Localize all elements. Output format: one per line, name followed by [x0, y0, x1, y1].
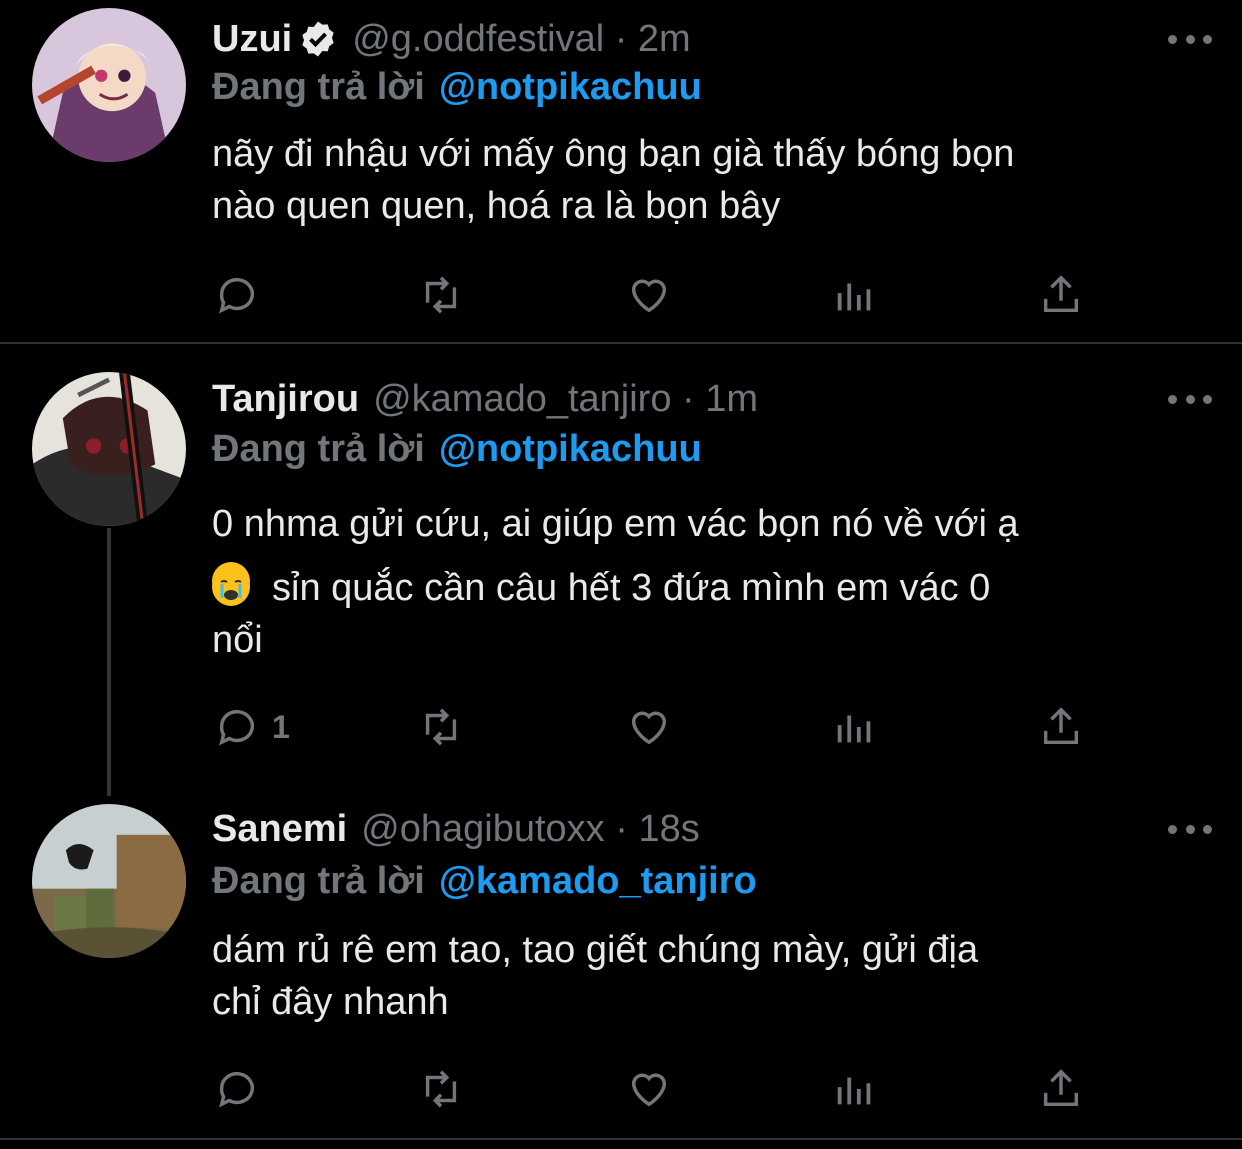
reply-icon [219, 710, 255, 746]
verified-icon [298, 19, 338, 59]
retweet-icon [425, 276, 457, 314]
display-name[interactable]: Uzui [212, 18, 292, 61]
handle-and-time[interactable]: @ohagibutoxx · 18s [361, 808, 700, 851]
more-icon[interactable] [1168, 24, 1212, 54]
share-button[interactable] [1038, 270, 1084, 320]
reply-count: 1 [272, 708, 290, 745]
avatar[interactable] [32, 372, 186, 526]
like-icon [631, 711, 667, 745]
tweet-sanemi[interactable]: Sanemi @ohagibutoxx · 18s Đang trả lời @… [0, 796, 1242, 1136]
retweet-button[interactable] [418, 1064, 464, 1114]
tweet-text-line: 0 nhma gửi cứu, ai giúp em vác bọn nó về… [212, 503, 1019, 545]
divider [0, 1138, 1242, 1140]
reply-context: Đang trả lời @notpikachuu [212, 62, 702, 112]
like-button[interactable] [626, 1064, 672, 1114]
like-icon [631, 279, 667, 313]
tweet-uzui[interactable]: Uzui @g.oddfestival · 2m Đang trả lời @n… [0, 0, 1242, 340]
tweet-header: Uzui @g.oddfestival · 2m [212, 14, 1182, 64]
reply-to-link[interactable]: @notpikachuu [439, 428, 702, 471]
share-icon [1043, 275, 1079, 313]
handle-and-time[interactable]: @kamado_tanjiro · 1m [373, 378, 758, 421]
reply-button[interactable]: 1 [214, 702, 290, 752]
reply-icon [219, 278, 255, 314]
share-button[interactable] [1038, 702, 1084, 752]
reply-button[interactable] [214, 270, 260, 320]
share-icon [1043, 707, 1079, 745]
like-button[interactable] [626, 702, 672, 752]
retweet-button[interactable] [418, 702, 464, 752]
tweet-text-line: dám rủ rê em tao, tao giết chúng mày, gử… [212, 929, 979, 971]
reply-label: Đang trả lời [212, 859, 425, 902]
reply-to-link[interactable]: @kamado_tanjiro [439, 860, 757, 903]
views-button[interactable] [832, 1064, 878, 1114]
more-icon[interactable] [1168, 384, 1212, 414]
reply-context: Đang trả lời @kamado_tanjiro [212, 856, 757, 906]
reply-icon [219, 1072, 255, 1108]
tweet-header: Tanjirou @kamado_tanjiro · 1m [212, 374, 1182, 424]
tweet-tanjirou[interactable]: Tanjirou @kamado_tanjiro · 1m Đang trả l… [0, 344, 1242, 794]
views-icon [837, 715, 871, 743]
reply-label: Đang trả lời [212, 427, 425, 470]
retweet-icon [425, 1070, 457, 1108]
reply-label: Đang trả lời [212, 65, 425, 108]
avatar[interactable] [32, 804, 186, 958]
retweet-button[interactable] [418, 270, 464, 320]
tweet-text: dám rủ rê em tao, tao giết chúng mày, gử… [212, 924, 1202, 1028]
action-bar [212, 1064, 1092, 1114]
reply-button[interactable] [214, 1064, 260, 1114]
display-name[interactable]: Sanemi [212, 808, 347, 851]
avatar[interactable] [32, 8, 186, 162]
like-icon [631, 1073, 667, 1107]
tweet-text-line: sỉn quắc cần câu hết 3 đứa mình em vác 0 [272, 567, 991, 609]
handle-and-time[interactable]: @g.oddfestival · 2m [352, 18, 691, 61]
more-icon[interactable] [1168, 814, 1212, 844]
tweet-text-line: chỉ đây nhanh [212, 981, 449, 1023]
views-button[interactable] [832, 702, 878, 752]
retweet-icon [425, 708, 457, 746]
share-icon [1043, 1069, 1079, 1107]
share-button[interactable] [1038, 1064, 1084, 1114]
views-icon [837, 1077, 871, 1105]
action-bar [212, 270, 1092, 320]
display-name[interactable]: Tanjirou [212, 378, 359, 421]
like-button[interactable] [626, 270, 672, 320]
tweet-text-line: nãy đi nhậu với mấy ông bạn già thấy bón… [212, 133, 1015, 175]
tweet-text: 0 nhma gửi cứu, ai giúp em vác bọn nó về… [212, 492, 1202, 672]
loudly-crying-face-icon [212, 562, 250, 606]
views-button[interactable] [832, 270, 878, 320]
reply-context: Đang trả lời @notpikachuu [212, 424, 702, 474]
tweet-text: nãy đi nhậu với mấy ông bạn già thấy bón… [212, 128, 1202, 232]
tweet-header: Sanemi @ohagibutoxx · 18s [212, 804, 1182, 854]
action-bar: 1 [212, 702, 1092, 752]
reply-to-link[interactable]: @notpikachuu [439, 66, 702, 109]
tweet-text-line: nào quen quen, hoá ra là bọn bây [212, 185, 781, 227]
views-icon [837, 283, 871, 311]
